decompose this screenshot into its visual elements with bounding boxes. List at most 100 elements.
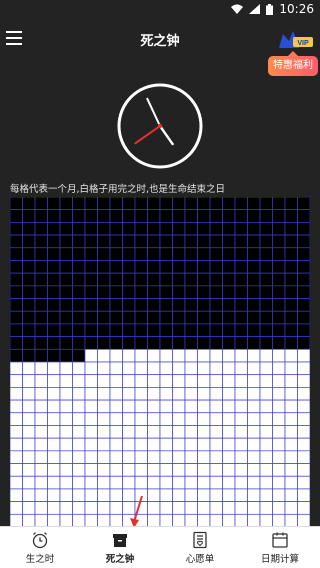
month-cell-used <box>272 336 286 350</box>
month-cell-remaining <box>47 412 61 426</box>
month-cell-used <box>297 222 310 236</box>
month-cell-used <box>234 222 248 236</box>
month-cell-remaining <box>134 463 148 477</box>
month-cell-remaining <box>184 501 198 515</box>
month-cell-used <box>222 222 236 236</box>
month-cell-remaining <box>84 374 98 388</box>
month-cell-remaining <box>184 463 198 477</box>
month-cell-used <box>297 323 310 337</box>
month-cell-remaining <box>34 437 48 452</box>
month-cell-remaining <box>184 387 198 401</box>
month-cell-used <box>84 285 98 299</box>
month-cell-remaining <box>222 450 236 464</box>
month-cell-remaining <box>284 437 298 452</box>
calendar-icon <box>272 532 288 548</box>
month-cell-remaining <box>47 425 61 439</box>
month-cell-remaining <box>184 488 198 502</box>
month-cell-remaining <box>97 501 111 515</box>
month-cell-used <box>147 285 161 299</box>
month-cell-remaining <box>34 463 48 477</box>
month-cell-used <box>184 272 198 287</box>
nav-item-death-clock[interactable]: 死之钟 <box>80 527 160 568</box>
month-cell-used <box>134 323 148 337</box>
month-cell-used <box>34 247 48 261</box>
month-cell-used <box>222 336 236 350</box>
month-cell-remaining <box>84 437 98 452</box>
month-cell-remaining <box>84 475 98 490</box>
month-cell-remaining <box>72 399 86 414</box>
month-cell-remaining <box>134 412 148 426</box>
month-cell-used <box>122 285 136 299</box>
month-cell-remaining <box>147 425 161 439</box>
month-cell-remaining <box>272 348 286 363</box>
month-cell-used <box>59 197 73 211</box>
month-cell-remaining <box>222 348 236 363</box>
promo-badge[interactable]: 特惠福利 <box>268 51 318 76</box>
month-cell-used <box>34 310 48 325</box>
month-cell-used <box>247 234 261 249</box>
month-cell-remaining <box>209 348 223 363</box>
page-title: 死之钟 <box>140 34 180 49</box>
month-cell-used <box>222 285 236 299</box>
month-cell-used <box>97 234 111 249</box>
month-cell-used <box>259 298 273 312</box>
month-cell-remaining <box>47 374 61 388</box>
vip-crown-icon[interactable]: VIP <box>275 28 315 50</box>
month-cell-remaining <box>109 374 123 388</box>
month-cell-used <box>122 209 136 223</box>
month-cell-used <box>197 260 211 274</box>
month-cell-used <box>197 298 211 312</box>
month-cell-remaining <box>247 399 261 414</box>
month-cell-remaining <box>122 374 136 388</box>
nav-item-wish-list[interactable]: 心愿单 <box>160 527 240 568</box>
nav-item-date-calc[interactable]: 日期计算 <box>240 527 320 568</box>
month-cell-remaining <box>209 399 223 414</box>
month-cell-remaining <box>159 463 173 477</box>
wifi-icon <box>231 4 244 14</box>
month-cell-remaining <box>59 450 73 464</box>
month-cell-remaining <box>22 412 36 426</box>
month-cell-used <box>184 222 198 236</box>
month-cell-used <box>59 222 73 236</box>
month-cell-used <box>97 323 111 337</box>
month-cell-remaining <box>209 463 223 477</box>
month-cell-remaining <box>197 412 211 426</box>
month-cell-remaining <box>122 348 136 363</box>
month-cell-remaining <box>59 475 73 490</box>
month-cell-used <box>247 222 261 236</box>
month-cell-remaining <box>109 437 123 452</box>
month-cell-remaining <box>72 361 86 376</box>
month-cell-remaining <box>72 374 86 388</box>
nav-label: 日期计算 <box>260 554 299 565</box>
month-cell-remaining <box>272 475 286 490</box>
month-cell-used <box>84 260 98 274</box>
month-cell-remaining <box>259 399 273 414</box>
month-cell-remaining <box>184 425 198 439</box>
month-cell-used <box>159 209 173 223</box>
month-cell-remaining <box>10 374 23 388</box>
month-cell-used <box>172 222 186 236</box>
month-cell-used <box>84 234 98 249</box>
month-cell-used <box>259 323 273 337</box>
month-cell-remaining <box>10 425 23 439</box>
status-bar: 10:26 <box>0 0 320 18</box>
month-cell-remaining <box>134 374 148 388</box>
month-cell-remaining <box>172 425 186 439</box>
month-cell-remaining <box>109 399 123 414</box>
month-cell-used <box>22 260 36 274</box>
month-cell-used <box>247 272 261 287</box>
month-cell-remaining <box>172 475 186 490</box>
month-cell-used <box>184 234 198 249</box>
month-cell-remaining <box>147 437 161 452</box>
life-grid-caption: 每格代表一个月,白格子用完之时,也是生命结束之日 <box>10 184 226 195</box>
month-cell-used <box>209 209 223 223</box>
month-cell-remaining <box>172 501 186 515</box>
month-cell-used <box>47 209 61 223</box>
month-cell-remaining <box>284 475 298 490</box>
month-cell-used <box>109 272 123 287</box>
month-cell-remaining <box>259 425 273 439</box>
month-cell-remaining <box>259 501 273 515</box>
month-cell-used <box>147 247 161 261</box>
nav-item-birth-time[interactable]: 生之时 <box>0 527 80 568</box>
month-cell-used <box>272 285 286 299</box>
